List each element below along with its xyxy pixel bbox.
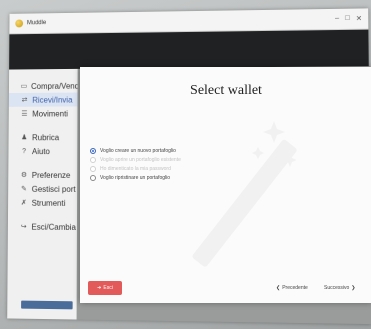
sidebar-item-send-receive[interactable]: ⇄ Ricevi/Invia	[8, 92, 78, 107]
transfer-icon: ⇄	[21, 96, 28, 104]
sidebar-item-label: Preferenze	[31, 170, 71, 180]
sidebar-item-label: Movimenti	[32, 108, 69, 119]
person-icon: ♟	[21, 134, 28, 142]
option-label: Voglio creare un nuovo portafoglio	[100, 147, 176, 154]
sidebar-item-label: Rubrica	[32, 132, 60, 142]
option-forgot-password: Ho dimenticato la mia password	[90, 164, 181, 173]
close-icon[interactable]: ✕	[356, 15, 362, 23]
sidebar-item-preferences[interactable]: ⚙ Preferenze	[8, 168, 77, 182]
chevron-left-icon: ❮	[276, 285, 281, 291]
option-create-wallet[interactable]: Voglio creare un nuovo portafoglio	[90, 146, 181, 155]
window-controls: – □ ✕	[335, 14, 368, 23]
sidebar-item-label: Strumenti	[31, 198, 66, 208]
option-label: Ho dimenticato la mia password	[100, 165, 171, 172]
monitor-icon: ▭	[20, 83, 28, 91]
radio-icon	[90, 156, 96, 163]
question-icon: ?	[22, 147, 27, 155]
exit-arrow-icon: ➜	[97, 285, 102, 291]
sidebar-item-label: Aiuto	[31, 146, 50, 156]
sidebar-item-label: Ricevi/Invia	[32, 95, 73, 105]
back-button[interactable]: ❮ Precedente	[276, 285, 308, 291]
sidebar-item-help[interactable]: ? Aiuto	[8, 144, 77, 158]
magic-wand-icon	[192, 121, 297, 267]
option-label: Voglio aprire un portafoglio esistente	[100, 156, 181, 163]
maximize-icon[interactable]: □	[345, 15, 349, 23]
dialog-title: Select wallet	[190, 83, 262, 98]
radio-icon	[90, 165, 96, 172]
option-label: Voglio ripristinare un portafoglio	[100, 174, 171, 181]
back-button-label: Precedente	[282, 285, 308, 291]
sidebar-item-address-book[interactable]: ♟ Rubrica	[9, 130, 78, 144]
option-open-wallet: Voglio aprire un portafoglio esistente	[90, 155, 181, 164]
sidebar-item-label: Esci/Cambia	[31, 222, 76, 232]
wrench-icon: ✗	[20, 199, 27, 207]
next-button[interactable]: Successivo ❯	[324, 285, 356, 291]
gear-icon: ⚙	[20, 171, 28, 179]
exit-icon: ↪	[20, 223, 27, 231]
app-logo-icon	[15, 19, 24, 28]
sidebar-item-tools[interactable]: ✗ Strumenti	[8, 196, 77, 210]
wallet-options: Voglio creare un nuovo portafoglio Vogli…	[90, 146, 181, 182]
sidebar-item-label: Gestisci port	[31, 184, 76, 194]
exit-button[interactable]: ➜ Esci	[88, 281, 122, 295]
minimize-icon[interactable]: –	[335, 15, 339, 23]
option-restore-wallet[interactable]: Voglio ripristinare un portafoglio	[90, 173, 181, 182]
window-title: Muddle	[26, 20, 47, 27]
sidebar-item-exit[interactable]: ↪ Esci/Cambia	[8, 220, 77, 234]
sidebar-item-buy-sell[interactable]: ▭ Compra/Vend	[9, 79, 78, 93]
edit-icon: ✎	[20, 185, 27, 193]
status-bar	[21, 300, 73, 310]
sidebar-item-label: Compra/Vend	[31, 81, 78, 91]
chevron-right-icon: ❯	[351, 285, 356, 291]
sidebar-item-transactions[interactable]: ☰ Movimenti	[9, 106, 78, 120]
sidebar: ▭ Compra/Vend ⇄ Ricevi/Invia ☰ Movimenti…	[7, 68, 79, 320]
select-wallet-dialog: Select wallet Voglio creare un nuovo por…	[80, 67, 371, 303]
exit-button-label: Esci	[103, 285, 113, 291]
radio-icon[interactable]	[90, 174, 96, 181]
sidebar-item-manage-wallet[interactable]: ✎ Gestisci port	[8, 182, 77, 196]
next-button-label: Successivo	[324, 285, 350, 291]
radio-selected-icon[interactable]	[90, 147, 96, 154]
list-icon: ☰	[21, 110, 28, 118]
header-bar	[9, 29, 369, 71]
